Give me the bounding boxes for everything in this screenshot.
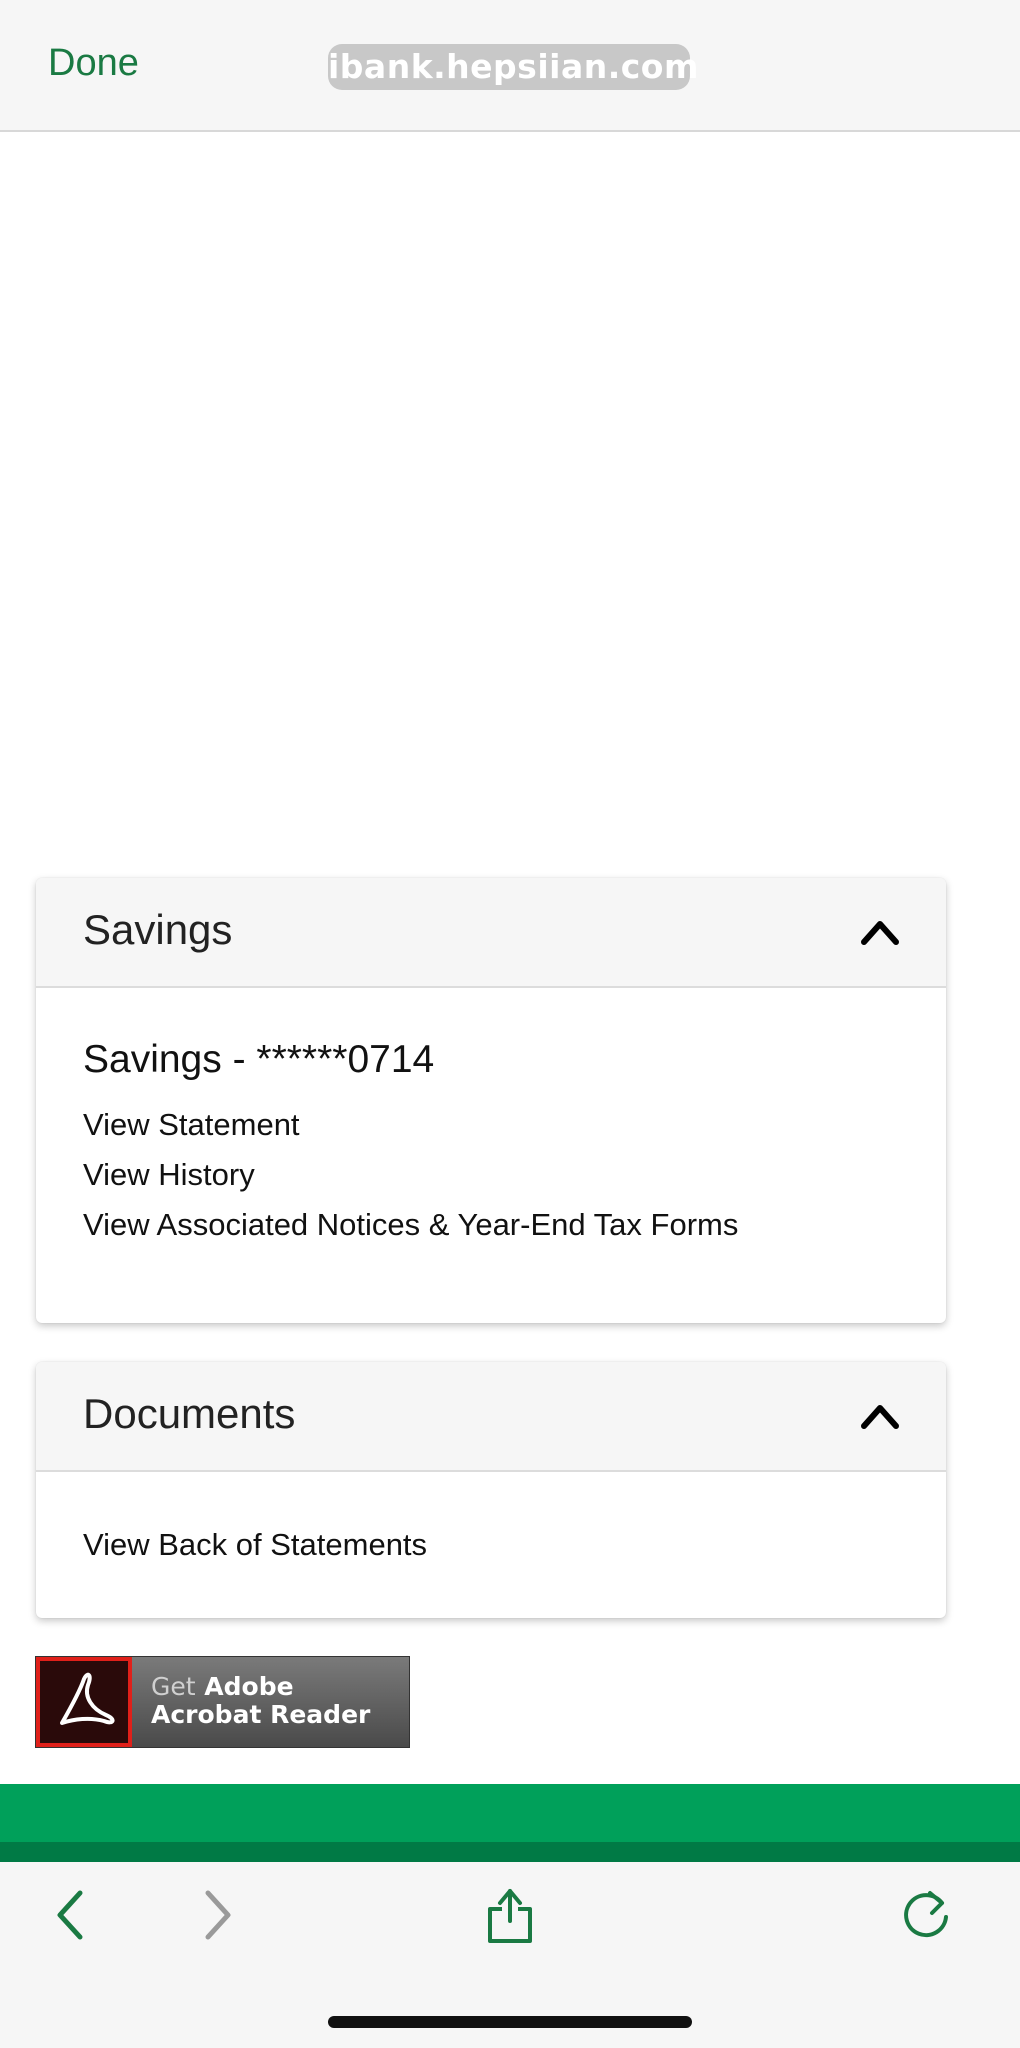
forward-icon[interactable]	[186, 1885, 246, 1945]
acrobat-logo-icon	[36, 1657, 132, 1747]
get-adobe-reader-badge[interactable]: Get Adobe Acrobat Reader	[35, 1656, 410, 1748]
adobe-get-label: Get	[151, 1672, 196, 1701]
url-display[interactable]: ibank.hepsiian.com	[328, 44, 698, 90]
documents-card-header[interactable]: Documents	[36, 1362, 946, 1472]
footer-band	[0, 1784, 1020, 1842]
view-back-of-statements-link[interactable]: View Back of Statements	[83, 1520, 899, 1570]
adobe-badge-text: Get Adobe Acrobat Reader	[151, 1673, 370, 1729]
share-icon[interactable]	[480, 1885, 540, 1945]
view-history-link[interactable]: View History	[83, 1150, 899, 1200]
savings-card-body: Savings - ******0714 View Statement View…	[36, 1038, 946, 1250]
savings-card: Savings Savings - ******0714 View Statem…	[36, 878, 946, 1323]
chevron-up-icon[interactable]	[858, 912, 902, 952]
view-notices-tax-forms-link[interactable]: View Associated Notices & Year-End Tax F…	[83, 1200, 899, 1250]
footer-band-dark	[0, 1842, 1020, 1862]
savings-card-header[interactable]: Savings	[36, 878, 946, 988]
documents-card: Documents View Back of Statements	[36, 1362, 946, 1618]
browser-top-bar: Done ibank.hepsiian.com	[0, 0, 1020, 132]
back-icon[interactable]	[42, 1885, 102, 1945]
documents-card-body: View Back of Statements	[36, 1472, 946, 1570]
view-statement-link[interactable]: View Statement	[83, 1100, 899, 1150]
adobe-name-label: Adobe	[204, 1672, 294, 1701]
acrobat-reader-label: Acrobat Reader	[151, 1700, 371, 1729]
chevron-up-icon[interactable]	[858, 1396, 902, 1436]
done-button[interactable]: Done	[48, 42, 139, 85]
documents-card-title: Documents	[83, 1390, 296, 1437]
account-title: Savings - ******0714	[83, 1038, 435, 1081]
savings-card-title: Savings	[83, 906, 233, 953]
reload-icon[interactable]	[896, 1885, 956, 1945]
home-indicator[interactable]	[328, 2016, 692, 2028]
